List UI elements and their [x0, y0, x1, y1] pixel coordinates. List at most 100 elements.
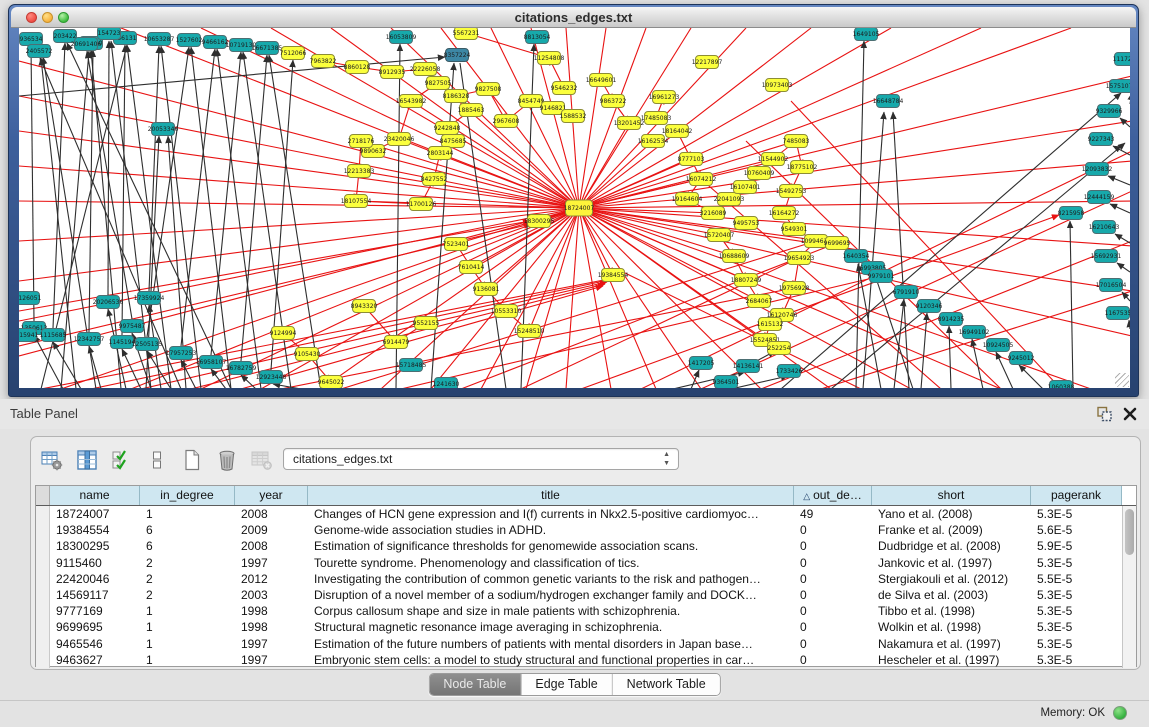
table-cell[interactable]: 6	[140, 522, 235, 538]
graph-node[interactable]: 16961273	[649, 91, 680, 104]
graph-edge[interactable]	[1115, 234, 1130, 243]
table-cell[interactable]: Genome-wide association studies in ADHD.	[308, 522, 794, 538]
table-selector-dropdown[interactable]: citations_edges.txt ▲▼	[283, 448, 679, 470]
graph-node[interactable]: 10688609	[719, 250, 750, 263]
graph-edge[interactable]	[34, 335, 63, 388]
graph-edge[interactable]	[821, 291, 1130, 388]
graph-node[interactable]: 2803144	[427, 147, 454, 160]
table-cell[interactable]: 19384554	[50, 522, 140, 538]
table-cell[interactable]: 5.9E-5	[1031, 538, 1122, 554]
graph-edge[interactable]	[579, 208, 701, 388]
table-row[interactable]: 911546021997Tourette syndrome. Phenomeno…	[50, 555, 1122, 571]
table-cell[interactable]: 1	[140, 506, 235, 522]
graph-edge[interactable]	[972, 339, 983, 388]
table-cell[interactable]: 1	[140, 603, 235, 619]
graph-node[interactable]: 15751074	[1106, 80, 1130, 93]
graph-node[interactable]: 2684067	[746, 295, 773, 308]
graph-node[interactable]: 16671385	[252, 42, 283, 55]
graph-edge[interactable]	[53, 342, 81, 388]
graph-node[interactable]: 17957253	[166, 347, 197, 360]
graph-node[interactable]: 8186328	[443, 90, 470, 103]
table-cell[interactable]: 18300295	[50, 538, 140, 554]
table-cell[interactable]: 18724007	[50, 506, 140, 522]
table-cell[interactable]: 9465546	[50, 636, 140, 652]
table-cell[interactable]: Estimation of the future numbers of pati…	[308, 636, 794, 652]
column-header-short[interactable]: short	[872, 486, 1031, 505]
graph-node[interactable]: 9136081	[473, 283, 500, 296]
graph-node[interactable]: 10973403	[762, 79, 793, 92]
graph-edge[interactable]	[856, 41, 864, 388]
graph-node[interactable]: 16543982	[396, 95, 427, 108]
table-cell[interactable]: 0	[794, 603, 872, 619]
table-cell[interactable]: Jankovic et al. (1997)	[872, 555, 1031, 571]
table-cell[interactable]: 0	[794, 522, 872, 538]
table-cell[interactable]: Hescheler et al. (1997)	[872, 652, 1031, 668]
graph-node[interactable]: 18164042	[662, 125, 693, 138]
graph-node[interactable]: 9549301	[781, 223, 808, 236]
graph-node[interactable]: 16649601	[586, 74, 617, 87]
table-cell[interactable]: 1997	[235, 636, 308, 652]
column-header-in_degree[interactable]: in_degree	[140, 486, 235, 505]
graph-node[interactable]: 16164272	[769, 207, 800, 220]
graph-node[interactable]: 16107401	[730, 181, 761, 194]
graph-node[interactable]: 936534	[20, 33, 43, 46]
graph-node[interactable]: 13201452	[614, 117, 645, 130]
graph-node[interactable]: 1527602	[176, 34, 203, 47]
graph-node[interactable]: 22041093	[714, 193, 745, 206]
float-window-icon[interactable]	[1095, 405, 1113, 423]
graph-node[interactable]: 15718485	[396, 359, 427, 372]
graph-node[interactable]: 8914235	[938, 313, 965, 326]
graph-node[interactable]: 1167535	[1105, 307, 1130, 320]
graph-node[interactable]: 9827508	[475, 83, 502, 96]
table-cell[interactable]: 22420046	[50, 571, 140, 587]
graph-edge[interactable]	[241, 55, 267, 361]
graph-node[interactable]: 20206536	[93, 296, 124, 309]
column-header-name[interactable]: name	[50, 486, 140, 505]
graph-node[interactable]: 15720407	[704, 229, 735, 242]
table-row[interactable]: 946554611997Estimation of the future num…	[50, 636, 1122, 652]
graph-node[interactable]: 9329966	[1096, 105, 1123, 118]
table-cell[interactable]: 5.3E-5	[1031, 652, 1122, 668]
graph-node[interactable]: 20053346	[148, 123, 179, 136]
table-cell[interactable]: 1998	[235, 603, 308, 619]
table-cell[interactable]: Yano et al. (2008)	[872, 506, 1031, 522]
graph-node[interactable]: 1115685	[40, 329, 67, 342]
graph-node[interactable]: 11700126	[406, 198, 437, 211]
table-cell[interactable]: 1	[140, 619, 235, 635]
table-row[interactable]: 1938455462009Genome-wide association stu…	[50, 522, 1122, 538]
graph-node[interactable]: 16958107	[196, 356, 227, 369]
graph-node[interactable]: 8943320	[351, 300, 378, 313]
graph-node[interactable]: 18724007	[564, 200, 595, 216]
show-columns-icon[interactable]	[74, 447, 100, 473]
table-cell[interactable]: 0	[794, 652, 872, 668]
table-cell[interactable]: 1997	[235, 555, 308, 571]
graph-node[interactable]: 16210643	[1089, 221, 1120, 234]
table-row[interactable]: 969969511998Structural magnetic resonanc…	[50, 619, 1122, 635]
graph-edge[interactable]	[241, 375, 256, 388]
table-cell[interactable]: Corpus callosum shape and size in male p…	[308, 603, 794, 619]
graph-node[interactable]: 8357224	[444, 49, 471, 62]
graph-node[interactable]: 10760409	[744, 167, 775, 180]
graph-edge[interactable]	[1110, 204, 1130, 213]
table-cell[interactable]: Nakamura et al. (1997)	[872, 636, 1031, 652]
column-header-year[interactable]: year	[235, 486, 308, 505]
graph-edge[interactable]	[579, 201, 1130, 208]
graph-node[interactable]: 8475685	[440, 135, 467, 148]
graph-node[interactable]: 12444159	[1084, 191, 1115, 204]
graph-node[interactable]: 10553310	[491, 305, 522, 318]
graph-node[interactable]: 9124994	[270, 327, 297, 340]
graph-node[interactable]: 16053809	[386, 31, 417, 44]
close-panel-icon[interactable]	[1121, 405, 1139, 423]
graph-node[interactable]: 12093832	[1082, 163, 1113, 176]
table-cell[interactable]: 5.6E-5	[1031, 522, 1122, 538]
graph-node[interactable]: 17359924	[134, 292, 165, 305]
graph-edge[interactable]	[431, 63, 454, 388]
table-cell[interactable]: 9463627	[50, 652, 140, 668]
table-cell[interactable]: Structural magnetic resonance image aver…	[308, 619, 794, 635]
table-cell[interactable]: Dudbridge et al. (2008)	[872, 538, 1031, 554]
graph-node[interactable]: 1885463	[458, 104, 485, 117]
graph-node[interactable]: 8860128	[344, 61, 371, 74]
graph-node[interactable]: 9227343	[1088, 133, 1115, 146]
table-cell[interactable]: 5.3E-5	[1031, 619, 1122, 635]
table-cell[interactable]: Franke et al. (2009)	[872, 522, 1031, 538]
